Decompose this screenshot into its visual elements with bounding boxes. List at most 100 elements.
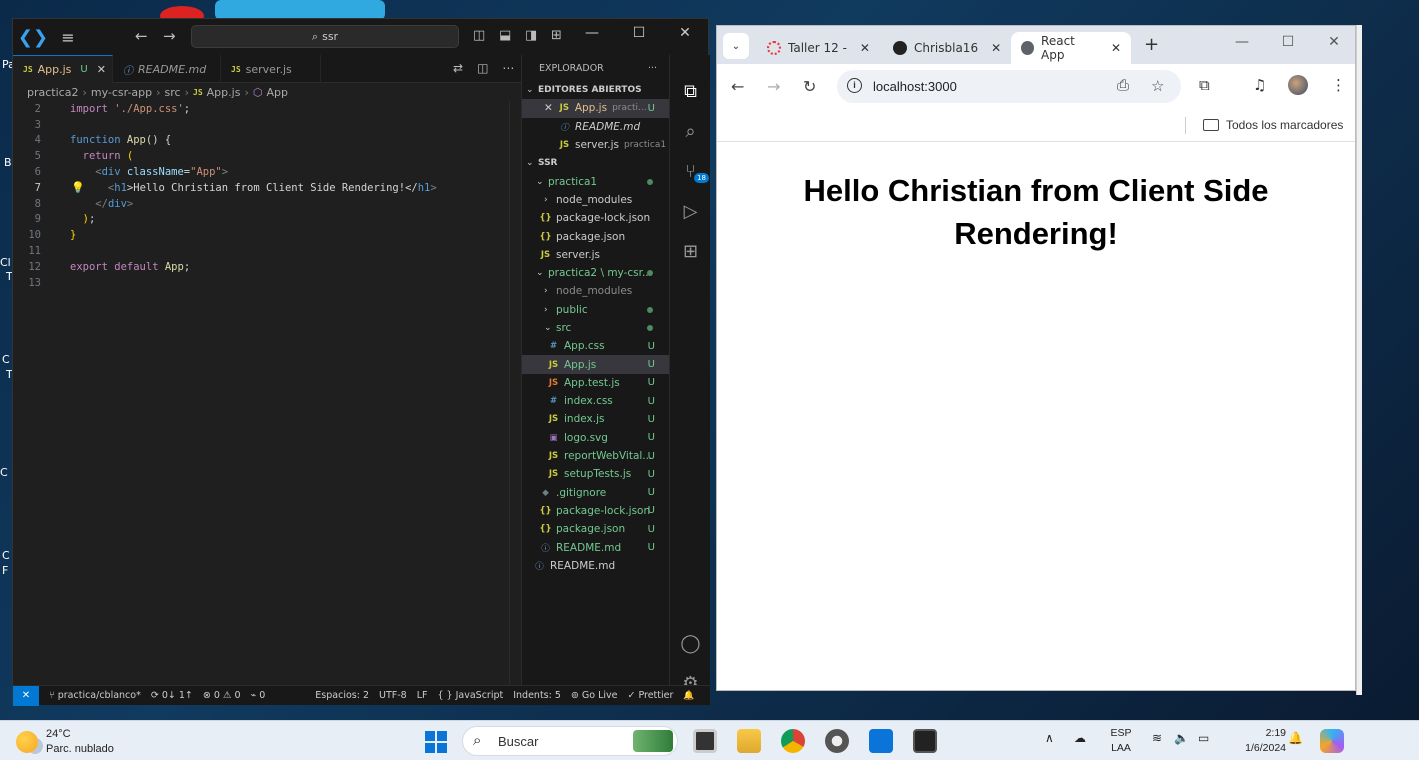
address-bar[interactable]: i localhost:3000 ⎙ ☆ [837,70,1181,103]
tree-file[interactable]: {} package-lock.json U [522,502,669,520]
hamburger-menu-icon[interactable]: ≡ [53,28,83,47]
profile-avatar[interactable] [1288,75,1308,95]
explorer-icon[interactable]: ⧉ [670,81,711,102]
forward-arrow-icon[interactable]: → [767,77,780,96]
open-editor-item[interactable]: JS server.js practica1 [522,136,669,154]
tab-readme[interactable]: ⓘ README.md [113,55,221,83]
eol-status[interactable]: LF [417,690,428,701]
close-editor-icon[interactable]: ✕ [544,102,553,114]
tree-file[interactable]: JS index.js U [522,410,669,428]
encoding-status[interactable]: UTF-8 [379,690,407,701]
tree-file[interactable]: # index.css U [522,392,669,410]
more-actions-icon[interactable]: ⋯ [502,61,514,75]
editor-scrollbar[interactable] [509,101,521,685]
breadcrumb-item[interactable]: App.js [207,86,241,99]
lightbulb-icon[interactable]: 💡 [71,181,85,194]
ports-status[interactable]: ⌁ 0 [251,690,266,701]
chrome-app-icon[interactable] [781,729,805,753]
tree-file[interactable]: JS setupTests.js U [522,465,669,483]
tree-folder[interactable]: › node_modules [522,282,669,300]
file-explorer-icon[interactable] [737,729,761,753]
notifications-bell-icon[interactable]: 🔔 [683,691,694,701]
tree-file[interactable]: # App.css U [522,337,669,355]
tree-file[interactable]: {} package-lock.json [522,209,669,227]
command-center-search[interactable]: ⌕ ssr [191,25,459,48]
clock[interactable]: 2:19 1/6/2024 [1222,726,1286,756]
breadcrumb-item[interactable]: practica2 [27,86,78,99]
tab-search-button[interactable]: ⌄ [723,33,749,59]
taskbar-search[interactable]: ⌕ Buscar [462,726,678,756]
wifi-icon[interactable]: ≋ [1152,731,1162,745]
tree-folder[interactable]: ⌄ practica1 [522,172,669,190]
tab-close-icon[interactable]: ✕ [991,41,1001,55]
terminal-app-icon[interactable] [913,729,937,753]
breadcrumb-item[interactable]: App [266,86,288,99]
workspace-section[interactable]: ⌄ SSR [522,154,669,172]
tree-file[interactable]: JS server.js [522,246,669,264]
open-editor-item[interactable]: ✕ JS App.js practi... U [522,99,669,118]
tab-app-js[interactable]: JS App.js U ✕ [13,55,113,83]
show-hidden-icons[interactable]: ∧ [1045,731,1054,745]
start-button[interactable] [425,731,447,753]
onedrive-cloud-icon[interactable]: ☁ [1074,731,1086,745]
breadcrumb-item[interactable]: my-csr-app [91,86,152,99]
sync-status[interactable]: ⟳ 0↓ 1↑ [151,690,193,701]
split-editor-icon[interactable]: ◫ [477,61,488,75]
notification-bell-icon[interactable]: 🔔 [1288,731,1303,745]
back-arrow-icon[interactable]: ← [135,27,148,45]
site-info-icon[interactable]: i [847,78,862,93]
run-debug-icon[interactable]: ▷ [670,201,711,222]
search-icon[interactable]: ⌕ [670,121,711,142]
open-editor-item[interactable]: ⓘ README.md [522,118,669,136]
install-app-icon[interactable]: ⎙ [1117,77,1129,94]
tree-file[interactable]: ◆ .gitignore U [522,484,669,502]
back-arrow-icon[interactable]: ← [731,77,744,96]
close-button[interactable]: ✕ [662,25,708,41]
tree-folder[interactable]: › node_modules [522,191,669,209]
tab-close-icon[interactable]: ✕ [860,41,870,55]
tree-folder[interactable]: ⌄ practica2 \ my-csr... [522,264,669,282]
weather-widget[interactable]: 24°C Parc. nublado [16,727,114,757]
tree-file[interactable]: JS reportWebVital... U [522,447,669,465]
tree-folder[interactable]: › public [522,301,669,319]
tree-folder[interactable]: ⌄ src [522,319,669,337]
media-controls-icon[interactable]: ♫ [1253,76,1266,94]
tree-file[interactable]: {} package.json [522,227,669,245]
source-control-diff-icon[interactable]: ⇄ [453,61,463,75]
toggle-panel-icon[interactable]: ⬓ [499,28,511,43]
settings-app-icon[interactable] [825,729,849,753]
minimize-button[interactable]: — [569,25,615,41]
maximize-button[interactable]: ☐ [616,25,662,41]
remote-indicator[interactable]: ✕ [13,685,39,706]
golive-button[interactable]: ⊚ Go Live [571,690,618,701]
tab-server-js[interactable]: JS server.js [221,55,321,83]
extensions-icon[interactable]: ⊞ [670,241,711,262]
explorer-more-icon[interactable]: ··· [648,63,657,74]
extensions-puzzle-icon[interactable]: ⧉ [1199,76,1210,94]
tree-file-selected[interactable]: JS App.js U [522,355,669,374]
close-button[interactable]: ✕ [1311,34,1357,50]
problems-status[interactable]: ⊗ 0 ⚠ 0 [203,690,241,701]
maximize-button[interactable]: ☐ [1265,34,1311,50]
new-tab-button[interactable]: + [1144,34,1159,55]
chrome-tab[interactable]: Taller 12 - ✕ [757,32,880,64]
language-status[interactable]: { } JavaScript [437,690,503,701]
task-view-icon[interactable] [693,729,717,753]
indentation-status[interactable]: Espacios: 2 [315,690,369,701]
tab-close-icon[interactable]: ✕ [97,63,106,76]
chrome-menu-icon[interactable]: ⋮ [1331,76,1346,94]
toggle-secondary-sidebar-icon[interactable]: ◨ [525,28,537,43]
prettier-status[interactable]: ✓ Prettier [627,690,673,701]
volume-icon[interactable]: 🔈 [1174,731,1189,745]
breadcrumb-item[interactable]: src [165,86,181,99]
all-bookmarks-button[interactable]: Todos los marcadores [1203,118,1343,132]
toggle-primary-sidebar-icon[interactable]: ◫ [473,28,485,43]
reload-icon[interactable]: ↻ [803,77,816,96]
indents-status[interactable]: Indents: 5 [513,690,561,701]
branch-status[interactable]: ⑂ practica/cblanco* [49,690,141,701]
minimize-button[interactable]: — [1219,34,1265,50]
tab-close-icon[interactable]: ✕ [1111,41,1121,55]
chrome-tab-active[interactable]: React App ✕ [1011,32,1131,64]
battery-icon[interactable]: ▭ [1198,731,1209,745]
forward-arrow-icon[interactable]: → [163,27,176,45]
